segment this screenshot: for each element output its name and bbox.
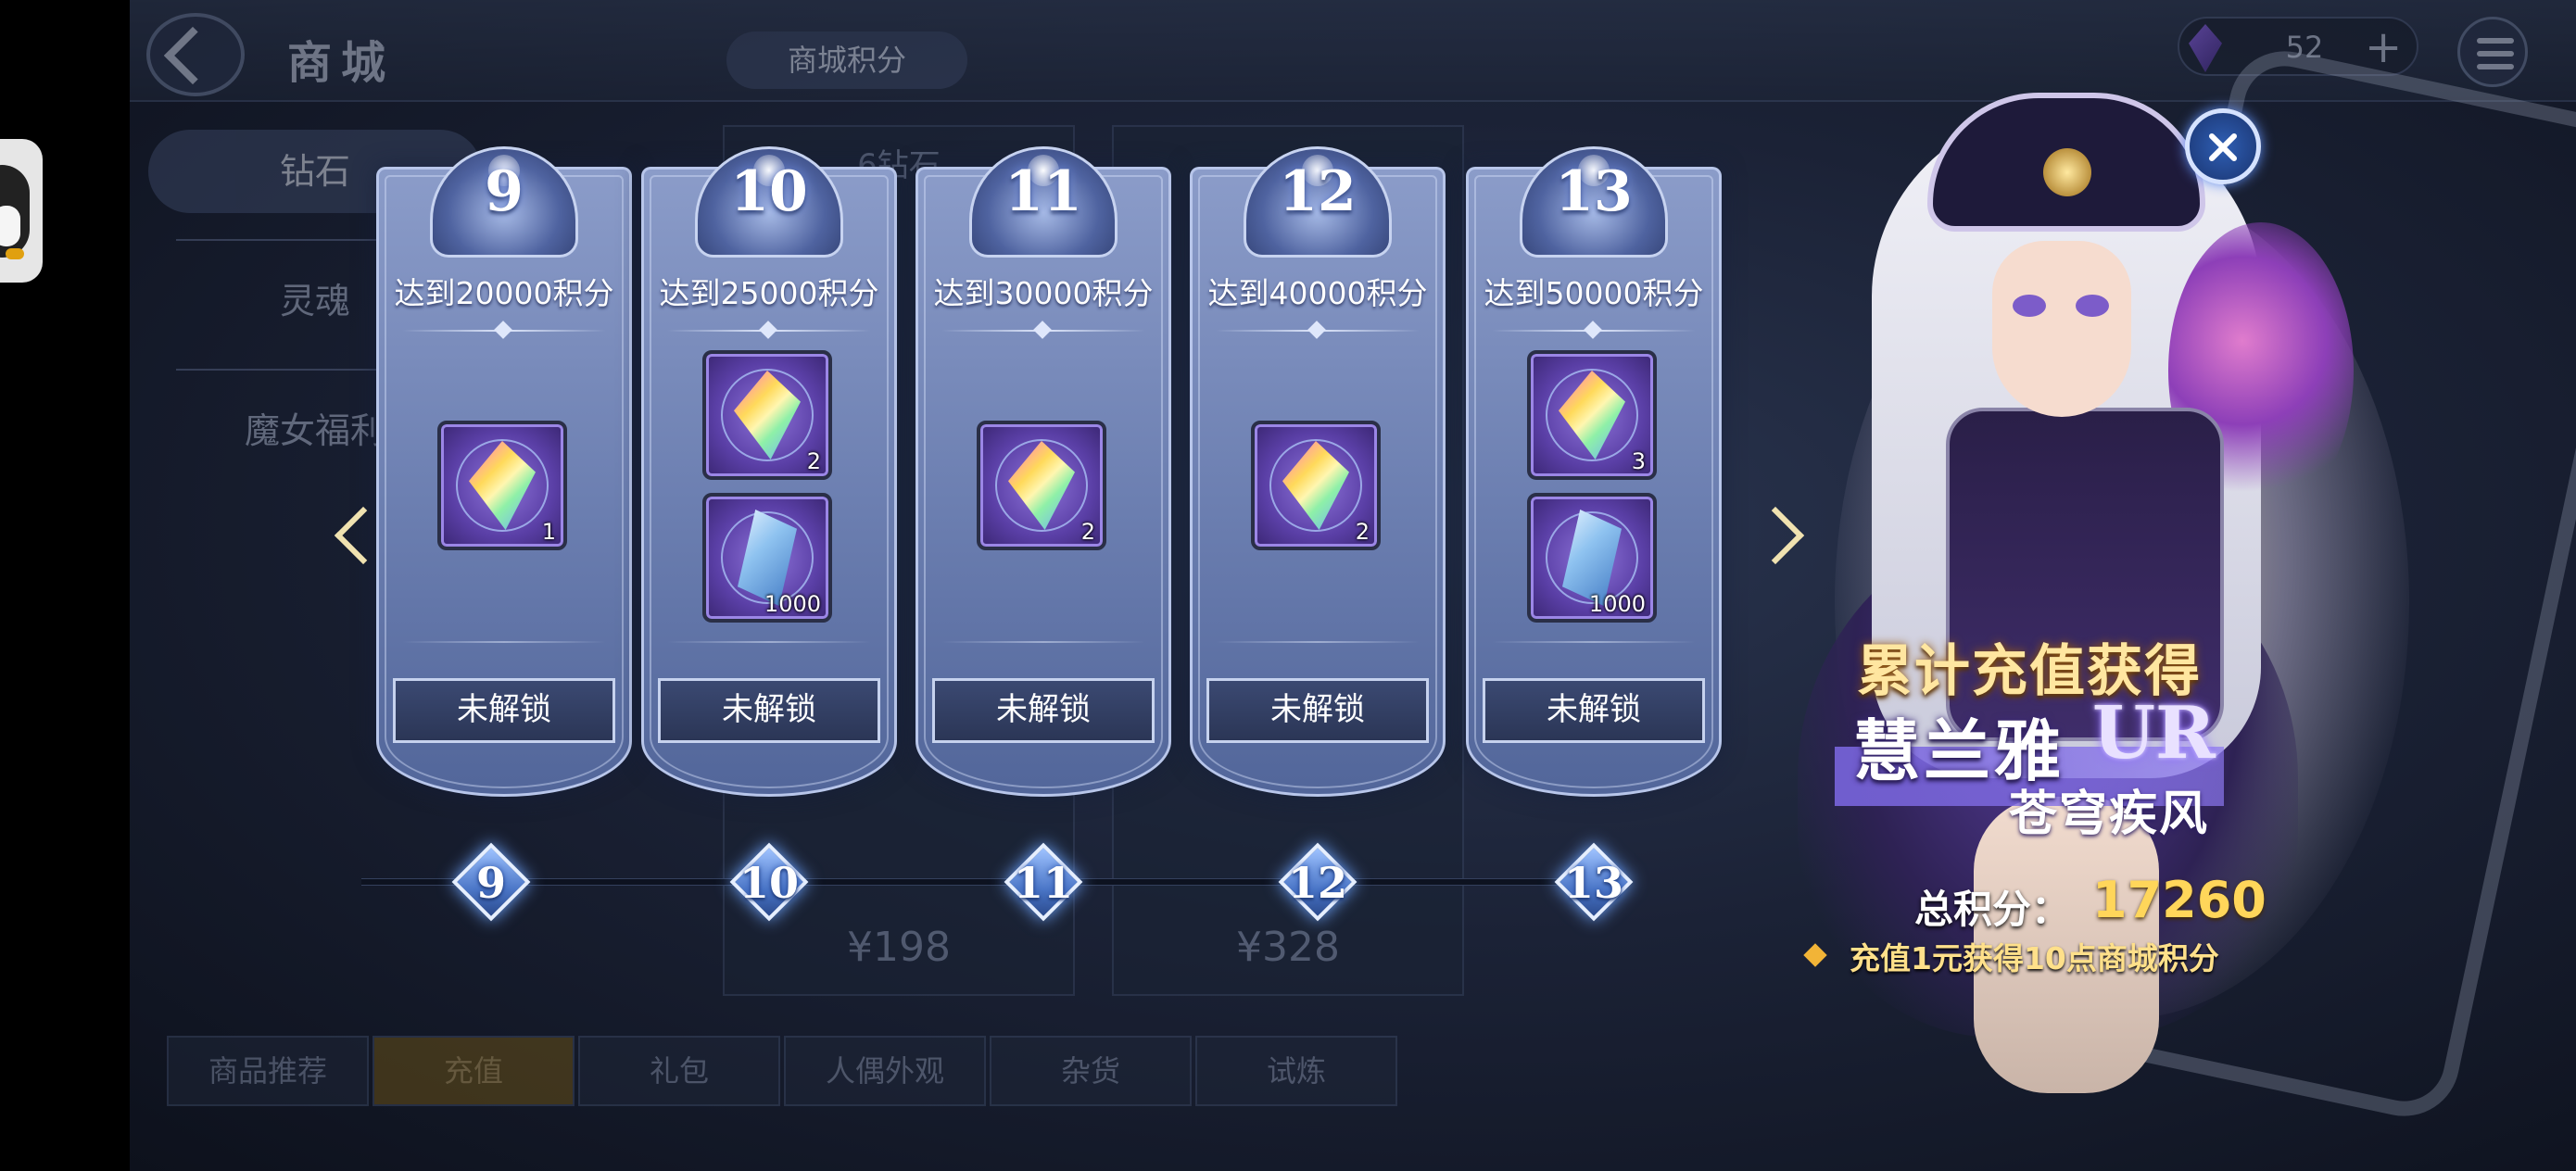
rarity-badge: UR — [2092, 691, 2216, 775]
locked-button[interactable]: 未解锁 — [1483, 678, 1705, 743]
reward-item-blue-crystal[interactable]: 1000 — [1527, 493, 1657, 623]
reward-tier-number: 12 — [1279, 159, 1357, 224]
reward-card: 9 达到20000积分 1 未解锁 — [376, 146, 632, 797]
points-rule-text: 充值1元获得10点商城积分 — [1850, 940, 2219, 976]
item-count: 2 — [1355, 519, 1370, 545]
reward-card: 10 达到25000积分 2 1000 未解锁 — [641, 146, 897, 797]
previous-page-button[interactable] — [326, 500, 393, 574]
diamond-bullet-icon — [1803, 943, 1827, 967]
track-node-number: 9 — [475, 858, 506, 908]
progress-track — [361, 878, 1622, 886]
next-page-button[interactable] — [1746, 500, 1807, 574]
reward-card: 13 达到50000积分 3 1000 未解锁 — [1466, 146, 1722, 797]
character-title: 苍穹疾风 — [2009, 787, 2210, 842]
reward-card: 12 达到40000积分 2 未解锁 — [1190, 146, 1446, 797]
locked-button[interactable]: 未解锁 — [393, 678, 615, 743]
reward-tier-number: 11 — [1004, 159, 1082, 224]
track-node[interactable]: 11 — [1004, 842, 1083, 922]
item-count: 2 — [806, 448, 821, 474]
divider — [941, 641, 1145, 643]
reward-tier-number: 13 — [1555, 159, 1633, 224]
reward-requirement: 达到30000积分 — [933, 275, 1154, 311]
total-points-value: 17260 — [2092, 871, 2267, 929]
reward-panel: 9 达到20000积分 1 未解锁 10 达到25000积分 2 1000 未解… — [0, 0, 2576, 1171]
locked-button[interactable]: 未解锁 — [1206, 678, 1429, 743]
screen: 商城 商城积分 52 + 钻石 灵魂 魔女福利 6钻石 ¥198 ¥328 商品… — [0, 0, 2576, 1171]
reward-item-rainbow-crystal[interactable]: 2 — [1251, 421, 1381, 550]
reward-tier-number: 9 — [485, 159, 524, 224]
reward-requirement: 达到25000积分 — [659, 275, 879, 311]
locked-button[interactable]: 未解锁 — [658, 678, 880, 743]
track-node-number: 13 — [1563, 858, 1623, 908]
item-count: 3 — [1631, 448, 1646, 474]
divider — [667, 641, 871, 643]
item-count: 1000 — [764, 591, 821, 617]
reward-tier-number: 10 — [730, 159, 808, 224]
track-node[interactable]: 10 — [729, 842, 809, 922]
total-points-label: 总积分： — [1914, 887, 2071, 932]
track-node-number: 11 — [1013, 858, 1073, 908]
item-count: 2 — [1080, 519, 1095, 545]
item-count: 1 — [541, 519, 556, 545]
track-node-number: 12 — [1287, 858, 1347, 908]
divider — [402, 641, 606, 643]
reward-item-rainbow-crystal[interactable]: 1 — [437, 421, 567, 550]
item-count: 1000 — [1588, 591, 1646, 617]
reward-requirement: 达到50000积分 — [1484, 275, 1704, 311]
chevron-right-icon — [1746, 506, 1805, 565]
track-node[interactable]: 9 — [451, 842, 531, 922]
reward-item-blue-crystal[interactable]: 1000 — [702, 493, 832, 623]
reward-item-rainbow-crystal[interactable]: 3 — [1527, 350, 1657, 480]
reward-requirement: 达到20000积分 — [394, 275, 614, 311]
track-node-number: 10 — [739, 858, 799, 908]
divider — [1492, 641, 1696, 643]
track-node[interactable]: 12 — [1278, 842, 1357, 922]
divider — [1216, 641, 1420, 643]
reward-item-rainbow-crystal[interactable]: 2 — [977, 421, 1106, 550]
track-node[interactable]: 13 — [1554, 842, 1634, 922]
reward-card: 11 达到30000积分 2 未解锁 — [915, 146, 1171, 797]
locked-button[interactable]: 未解锁 — [932, 678, 1155, 743]
reward-item-rainbow-crystal[interactable]: 2 — [702, 350, 832, 480]
reward-requirement: 达到40000积分 — [1207, 275, 1428, 311]
close-button[interactable] — [2185, 108, 2261, 184]
